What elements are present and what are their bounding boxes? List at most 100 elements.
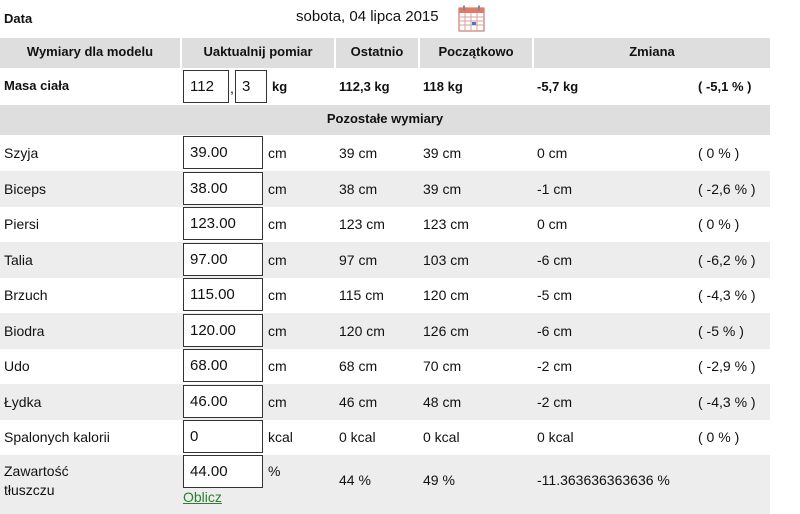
section-title: Pozostałe wymiary [326,111,444,126]
table-header: Wymiary dla modelu Uaktualnij pomiar Ost… [0,38,770,68]
measure-last: 123 cm [339,216,385,232]
measure-change-percent: ( -2,6 % ) [698,181,756,197]
measure-unit: cm [268,287,287,303]
measure-input[interactable]: 68.00 [183,349,263,382]
measure-initial: 126 cm [423,323,469,339]
measure-change: -6 cm [537,252,572,268]
measure-change: -5 cm [537,287,572,303]
column-header-model: Wymiary dla modelu [0,38,180,68]
measure-change: -1 cm [537,181,572,197]
measure-change-percent: ( -4,3 % ) [698,287,756,303]
fat-change: -11.363636363636 % [537,472,670,488]
measure-change: -2 cm [537,394,572,410]
measure-last: 0 kcal [339,429,376,445]
measure-last: 38 cm [339,181,378,197]
measure-unit: kcal [268,429,293,445]
measure-input[interactable]: 0 [183,420,263,453]
fat-last: 44 % [339,472,371,488]
table-row: Brzuch 115.00 cm 115 cm 120 cm -5 cm ( -4,3 % … [0,277,770,313]
column-header-update: Uaktualnij pomiar [182,38,334,68]
measure-label: Biceps [4,181,47,197]
measure-change-percent: ( -4,3 % ) [698,394,756,410]
measure-change: 0 cm [537,145,568,161]
measure-initial: 70 cm [423,358,462,374]
fat-row: Zawartość tłuszczu 44.00 % 44 % 49 % -11… [0,455,770,514]
measure-initial: 39 cm [423,145,462,161]
mass-int-input[interactable]: 112 [183,70,229,103]
measure-change: -6 cm [537,323,572,339]
measure-unit: cm [268,252,287,268]
measure-label: Łydka [4,394,42,410]
calendar-icon[interactable] [458,5,485,32]
measure-input[interactable]: 97.00 [183,243,263,276]
fat-initial: 49 % [423,472,455,488]
column-header-change: Zmiana [534,38,770,68]
measure-label: Biodra [4,323,45,339]
measure-initial: 123 cm [423,216,469,232]
measure-input[interactable]: 123.00 [183,207,263,240]
table-row: Biceps 38.00 cm 38 cm 39 cm -1 cm ( -2,6 % ) [0,171,770,207]
measure-initial: 48 cm [423,394,462,410]
mass-unit: kg [272,79,288,94]
section-header: Pozostałe wymiary [0,105,770,135]
date-label: Data [4,11,33,26]
measure-last: 46 cm [339,394,378,410]
table-row: Piersi 123.00 cm 123 cm 123 cm 0 cm ( 0 % ) [0,206,770,242]
measure-change: 0 kcal [537,429,574,445]
measure-initial: 0 kcal [423,429,460,445]
table-row: Szyja 39.00 cm 39 cm 39 cm 0 cm ( 0 % ) [0,135,770,171]
measure-last: 115 cm [339,287,384,303]
measure-change-percent: ( -5 % ) [698,323,744,339]
column-header-last: Ostatnio [336,38,418,68]
mass-change: -5,7 kg [537,79,579,94]
measure-change-percent: ( 0 % ) [698,216,740,232]
calculate-link[interactable]: Oblicz [183,489,222,505]
measure-input[interactable]: 120.00 [183,314,263,347]
fat-label-line2: tłuszczu [4,482,55,498]
mass-label: Masa ciała [4,78,70,93]
measure-change: -2 cm [537,358,572,374]
fat-label-line1: Zawartość [4,463,69,479]
measure-last: 39 cm [339,145,378,161]
measure-label: Szyja [4,145,39,161]
measure-change: 0 cm [537,216,568,232]
measure-last: 68 cm [339,358,378,374]
measure-unit: cm [268,145,287,161]
date-value: sobota, 04 lipca 2015 [296,8,439,25]
measure-change-percent: ( 0 % ) [698,145,740,161]
measure-last: 97 cm [339,252,378,268]
measure-label: Piersi [4,216,40,232]
mass-row: Masa ciała 112 , 3 kg 112,3 kg 118 kg -5… [0,68,770,105]
mass-separator: , [230,80,234,96]
measure-unit: cm [268,181,287,197]
measure-input[interactable]: 46.00 [183,385,263,418]
column-header-initial: Początkowo [420,38,532,68]
measure-change-percent: ( -6,2 % ) [698,252,756,268]
table-row: Biodra 120.00 cm 120 cm 126 cm -6 cm ( -5 % ) [0,313,770,349]
table-row: Łydka 46.00 cm 46 cm 48 cm -2 cm ( -4,3 % ) [0,384,770,420]
measure-unit: cm [268,323,287,339]
measure-label: Spalonych kalorii [4,429,110,445]
mass-last: 112,3 kg [339,79,390,94]
fat-unit: % [268,463,281,479]
measure-unit: cm [268,394,287,410]
table-row: Udo 68.00 cm 68 cm 70 cm -2 cm ( -2,9 % ) [0,348,770,384]
measure-input[interactable]: 38.00 [183,172,263,205]
measure-initial: 39 cm [423,181,462,197]
mass-dec-input[interactable]: 3 [235,70,267,103]
measure-unit: cm [268,216,287,232]
measure-initial: 120 cm [423,287,469,303]
measure-label: Brzuch [4,287,48,303]
measure-input[interactable]: 115.00 [183,278,263,311]
mass-change-percent: ( -5,1 % ) [698,79,752,94]
measure-input[interactable]: 39.00 [183,136,263,169]
measure-initial: 103 cm [423,252,469,268]
mass-initial: 118 kg [423,79,463,94]
measure-label: Talia [4,252,33,268]
fat-input[interactable]: 44.00 [183,455,263,488]
measure-change-percent: ( 0 % ) [698,429,740,445]
table-row: Spalonych kalorii 0 kcal 0 kcal 0 kcal 0 kcal… [0,419,770,455]
measure-label: Udo [4,358,30,374]
table-row: Talia 97.00 cm 97 cm 103 cm -6 cm ( -6,2 % ) [0,242,770,278]
measure-change-percent: ( -2,9 % ) [698,358,756,374]
